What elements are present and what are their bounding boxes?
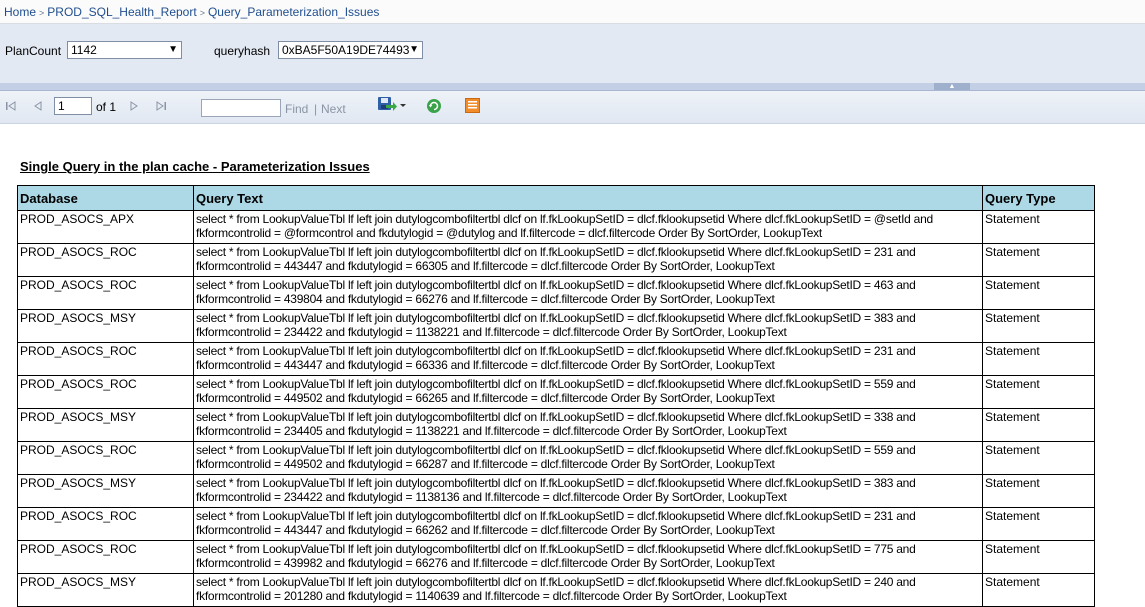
page-count-text: of 1: [96, 100, 117, 114]
column-header-query-text: Query Text: [193, 185, 983, 211]
table-row: PROD_ASOCS_APX select * from LookupValue…: [17, 210, 1095, 244]
print-layout-icon[interactable]: [465, 98, 480, 116]
report-table: Database Query Text Query Type PROD_ASOC…: [17, 185, 1095, 607]
query-text-cell: select * from LookupValueTbl lf left joi…: [193, 441, 983, 475]
breadcrumb-separator: >: [199, 8, 205, 18]
query-text-cell: select * from LookupValueTbl lf left joi…: [193, 375, 983, 409]
query-text-cell: select * from LookupValueTbl lf left joi…: [193, 408, 983, 442]
report-title: Single Query in the plan cache - Paramet…: [20, 159, 370, 174]
breadcrumb-report[interactable]: PROD_SQL_Health_Report: [47, 5, 196, 19]
query-text-cell: select * from LookupValueTbl lf left joi…: [193, 540, 983, 574]
queryhash-select[interactable]: 0xBA5F50A19DE74493 ▼: [278, 41, 423, 59]
column-header-database: Database: [17, 185, 194, 211]
database-cell: PROD_ASOCS_ROC: [17, 375, 194, 409]
query-text-cell: select * from LookupValueTbl lf left joi…: [193, 243, 983, 277]
table-row: PROD_ASOCS_MSY select * from LookupValue…: [17, 474, 1095, 508]
database-cell: PROD_ASOCS_APX: [17, 210, 194, 244]
refresh-icon[interactable]: [426, 98, 442, 117]
column-header-query-type: Query Type: [982, 185, 1095, 211]
database-cell: PROD_ASOCS_MSY: [17, 408, 194, 442]
query-type-cell: Statement: [982, 243, 1095, 277]
query-type-cell: Statement: [982, 441, 1095, 475]
table-row: PROD_ASOCS_MSY select * from LookupValue…: [17, 408, 1095, 442]
query-type-cell: Statement: [982, 540, 1095, 574]
parameter-area: PlanCount 1142 ▼ queryhash 0xBA5F50A19DE…: [0, 24, 1145, 84]
query-type-cell: Statement: [982, 309, 1095, 343]
query-text-cell: select * from LookupValueTbl lf left joi…: [193, 342, 983, 376]
table-row: PROD_ASOCS_MSY select * from LookupValue…: [17, 309, 1095, 343]
breadcrumb-home[interactable]: Home: [4, 5, 36, 19]
queryhash-label: queryhash: [214, 44, 271, 58]
database-cell: PROD_ASOCS_MSY: [17, 309, 194, 343]
export-icon[interactable]: [377, 96, 407, 117]
query-type-cell: Statement: [982, 507, 1095, 541]
dropdown-arrow-icon: ▼: [409, 44, 419, 55]
next-page-icon[interactable]: [129, 100, 139, 115]
next-link[interactable]: Next: [321, 102, 346, 116]
query-type-cell: Statement: [982, 342, 1095, 376]
database-cell: PROD_ASOCS_ROC: [17, 507, 194, 541]
query-text-cell: select * from LookupValueTbl lf left joi…: [193, 309, 983, 343]
query-text-cell: select * from LookupValueTbl lf left joi…: [193, 507, 983, 541]
table-row: PROD_ASOCS_ROC select * from LookupValue…: [17, 441, 1095, 475]
database-cell: PROD_ASOCS_ROC: [17, 441, 194, 475]
table-header-row: Database Query Text Query Type: [17, 185, 1095, 211]
query-text-cell: select * from LookupValueTbl lf left joi…: [193, 276, 983, 310]
first-page-icon[interactable]: [5, 100, 17, 115]
database-cell: PROD_ASOCS_MSY: [17, 474, 194, 508]
plancount-label: PlanCount: [5, 44, 62, 58]
query-text-cell: select * from LookupValueTbl lf left joi…: [193, 474, 983, 508]
query-text-cell: select * from LookupValueTbl lf left joi…: [193, 210, 983, 244]
find-link[interactable]: Find: [285, 102, 308, 116]
breadcrumb-separator: >: [39, 8, 45, 18]
query-type-cell: Statement: [982, 474, 1095, 508]
find-text-input[interactable]: [201, 99, 281, 117]
parameter-splitter: ▲: [0, 83, 1145, 91]
table-row: PROD_ASOCS_ROC select * from LookupValue…: [17, 540, 1095, 574]
page-number-input[interactable]: 1: [54, 97, 92, 115]
collapse-parameters-icon[interactable]: ▲: [934, 83, 970, 90]
database-cell: PROD_ASOCS_ROC: [17, 276, 194, 310]
table-row: PROD_ASOCS_ROC select * from LookupValue…: [17, 276, 1095, 310]
previous-page-icon[interactable]: [33, 100, 43, 115]
database-cell: PROD_ASOCS_ROC: [17, 540, 194, 574]
queryhash-value: 0xBA5F50A19DE74493: [282, 43, 410, 57]
report-toolbar: 1 of 1 Find | Next: [0, 91, 1145, 124]
plancount-value: 1142: [71, 43, 97, 57]
plancount-select[interactable]: 1142 ▼: [67, 41, 182, 59]
table-row: PROD_ASOCS_ROC select * from LookupValue…: [17, 375, 1095, 409]
table-row: PROD_ASOCS_ROC select * from LookupValue…: [17, 243, 1095, 277]
query-type-cell: Statement: [982, 210, 1095, 244]
breadcrumb: Home > PROD_SQL_Health_Report > Query_Parame…: [0, 0, 1145, 24]
query-type-cell: Statement: [982, 408, 1095, 442]
query-type-cell: Statement: [982, 375, 1095, 409]
last-page-icon[interactable]: [155, 100, 167, 115]
database-cell: PROD_ASOCS_ROC: [17, 342, 194, 376]
table-row: PROD_ASOCS_ROC select * from LookupValue…: [17, 507, 1095, 541]
database-cell: PROD_ASOCS_ROC: [17, 243, 194, 277]
table-row: PROD_ASOCS_ROC select * from LookupValue…: [17, 342, 1095, 376]
query-type-cell: Statement: [982, 276, 1095, 310]
find-separator: |: [314, 102, 318, 116]
breadcrumb-current[interactable]: Query_Parameterization_Issues: [208, 5, 379, 19]
dropdown-arrow-icon: ▼: [168, 44, 178, 55]
